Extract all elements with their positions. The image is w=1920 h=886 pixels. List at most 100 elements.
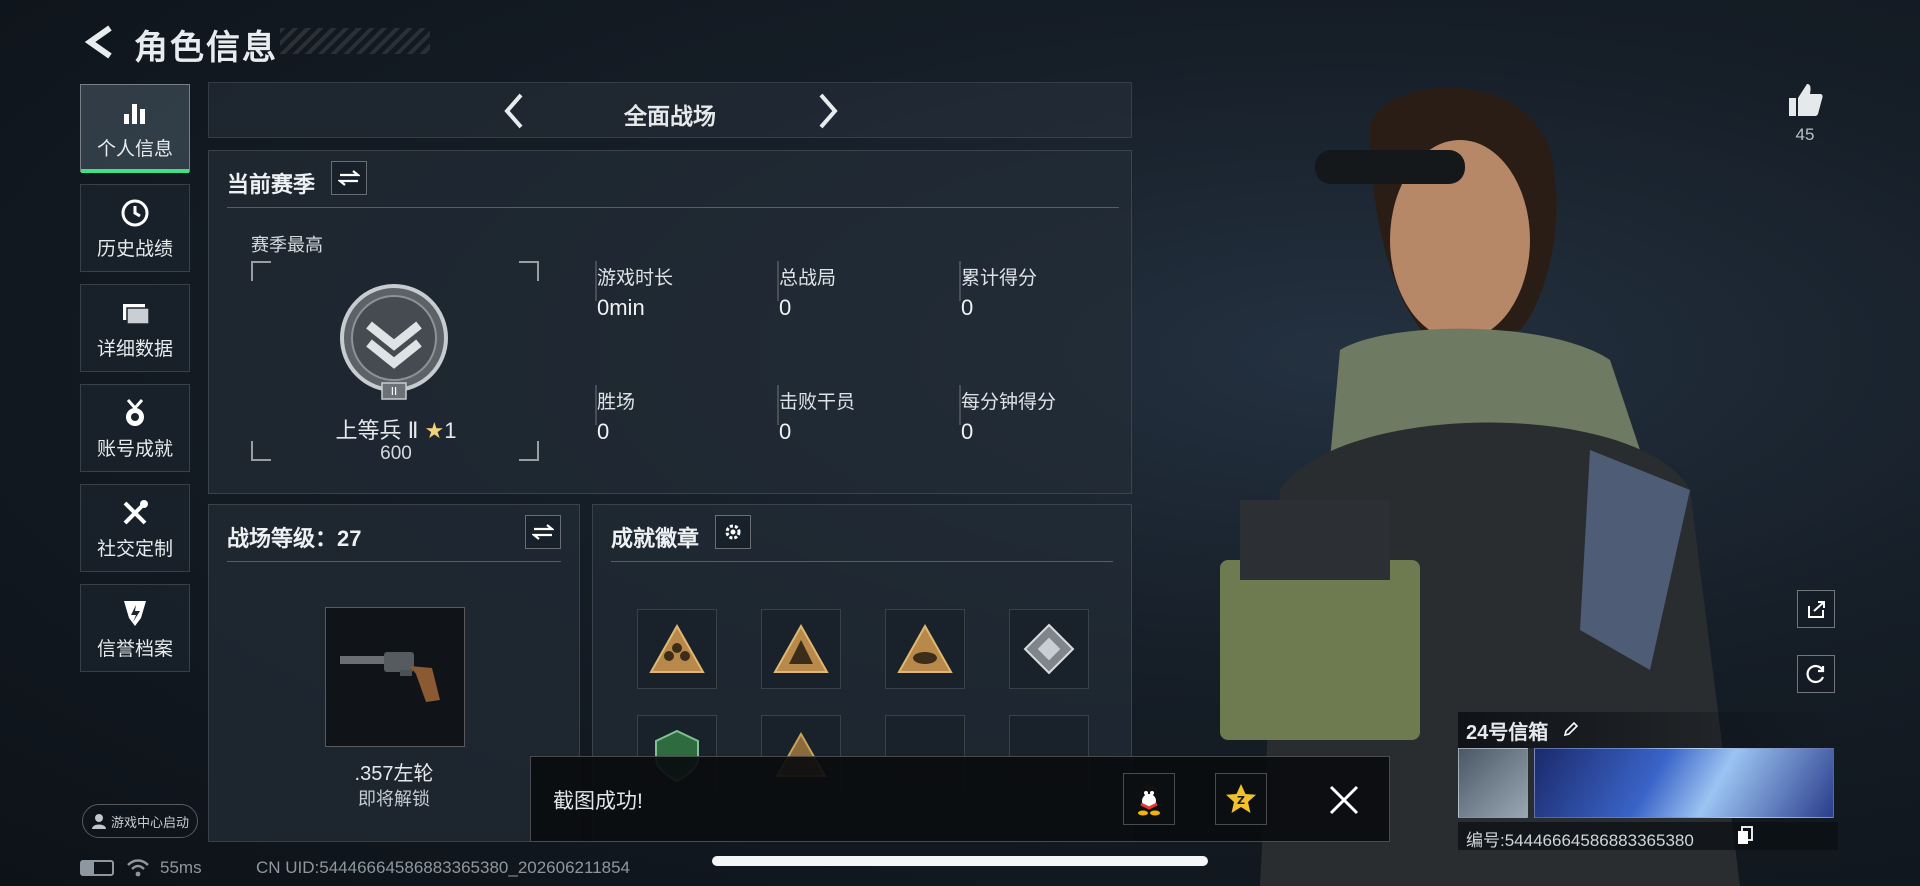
- switch-level-button[interactable]: [525, 515, 561, 549]
- stat-label: 累计得分: [961, 268, 1038, 289]
- sidebar-item-label: 信誉档案: [96, 638, 173, 660]
- sidebar-item-details[interactable]: 详细数据: [80, 284, 190, 372]
- triangle-badge-icon: [649, 623, 705, 673]
- share-qq-button[interactable]: [1123, 773, 1175, 825]
- stat-value: 0min: [597, 295, 645, 320]
- name-card-banner: [1534, 748, 1834, 818]
- divider: [227, 207, 1119, 208]
- rank-name: 上等兵 Ⅱ: [335, 418, 419, 443]
- divider: [227, 561, 561, 562]
- stat-value: 0: [597, 419, 610, 444]
- page-title: 角色信息: [134, 29, 278, 67]
- sidebar-item-personal-info[interactable]: 个人信息: [80, 84, 190, 173]
- sidebar-item-label: 账号成就: [96, 438, 173, 460]
- toast-message: 截图成功!: [553, 790, 643, 813]
- home-indicator[interactable]: [712, 856, 1208, 866]
- medal-icon: [126, 398, 144, 426]
- diamond-badge-icon: [1023, 623, 1075, 675]
- qzone-star-icon: Z: [1226, 784, 1256, 813]
- history-icon: [121, 199, 149, 226]
- name-card-title: 24号信箱: [1466, 722, 1549, 744]
- season-panel: 当前赛季 赛季最高 II 上等兵 Ⅱ ★1 600 游戏时长 0min 总战局 …: [208, 150, 1132, 494]
- switch-season-button[interactable]: [331, 161, 367, 195]
- edit-icon[interactable]: [1562, 720, 1580, 738]
- season-best-label: 赛季最高: [251, 235, 323, 255]
- header: 角色信息: [70, 12, 470, 72]
- rank-stars: 1: [444, 418, 457, 443]
- share-qzone-button[interactable]: Z: [1215, 773, 1267, 825]
- sidebar-item-label: 历史战绩: [96, 238, 173, 260]
- share-button[interactable]: [1797, 590, 1835, 628]
- chevron-right-icon[interactable]: [807, 91, 847, 131]
- stat-value: 0: [779, 419, 792, 444]
- sidebar-item-reputation[interactable]: 信誉档案: [80, 584, 190, 672]
- sidebar-item-achievements[interactable]: 账号成就: [80, 384, 190, 472]
- current-mode: 全面战场: [624, 103, 716, 129]
- svg-text:Z: Z: [1237, 794, 1245, 807]
- rank-points: 600: [380, 443, 412, 464]
- achievement-badge[interactable]: [637, 609, 717, 689]
- frame-corner: [251, 261, 271, 281]
- stat-label: 击败干员: [779, 392, 856, 413]
- achievement-badge[interactable]: [761, 609, 841, 689]
- divider: [611, 561, 1113, 562]
- swap-icon: [532, 524, 554, 540]
- wifi-icon: [127, 859, 149, 877]
- stat-label: 游戏时长: [597, 268, 674, 289]
- swap-icon: [338, 170, 360, 186]
- refresh-icon: [1806, 664, 1825, 684]
- sidebar-item-social-custom[interactable]: 社交定制: [80, 484, 190, 572]
- sidebar-item-history[interactable]: 历史战绩: [80, 184, 190, 272]
- mode-tab-bar: 全面战场: [208, 82, 1132, 138]
- like-count: 45: [1795, 125, 1815, 144]
- rotate-button[interactable]: [1797, 655, 1835, 693]
- stat-value: 0: [961, 295, 974, 320]
- thumbs-up-icon: [1789, 84, 1823, 116]
- launcher-label: 游戏中心启动: [110, 814, 189, 830]
- frame-corner: [519, 261, 539, 281]
- weapon-name: .357左轮: [354, 763, 434, 785]
- stat-value: 0: [779, 295, 792, 320]
- achievement-badge[interactable]: [885, 609, 965, 689]
- sidebar-item-label: 详细数据: [96, 338, 173, 360]
- qq-penguin-icon: [1138, 785, 1160, 816]
- rank-numeral: II: [391, 385, 398, 398]
- person-icon: [91, 814, 106, 829]
- achievements-title: 成就徽章: [611, 526, 700, 551]
- battery-icon: [80, 860, 114, 876]
- ping-indicator: 55ms: [160, 858, 202, 877]
- battle-level-panel: 战场等级：27 .357左轮 即将解锁: [208, 504, 580, 842]
- header-decoration: [280, 28, 430, 54]
- weapon-status: 即将解锁: [358, 789, 430, 809]
- shield-icon: [124, 600, 146, 626]
- name-card[interactable]: 24号信箱 编号:5444666458688336538​0: [1458, 712, 1838, 854]
- avatar[interactable]: [1458, 748, 1528, 818]
- like-button[interactable]: 45: [1782, 80, 1828, 145]
- stat-value: 0: [961, 419, 974, 444]
- stat-label: 总战局: [779, 268, 837, 289]
- revolver-icon: [340, 652, 440, 702]
- share-icon: [1808, 601, 1825, 618]
- achievement-badge[interactable]: [1009, 609, 1089, 689]
- close-icon[interactable]: [1327, 783, 1361, 817]
- back-arrow-icon[interactable]: [80, 22, 120, 62]
- uid-text: CN UID:5444666458688336538​0_20260621185…: [256, 858, 631, 877]
- rank-name-row: 上等兵 Ⅱ ★1: [321, 413, 471, 445]
- sidebar-item-label: 个人信息: [96, 138, 173, 160]
- game-center-launcher[interactable]: 游戏中心启动: [82, 804, 198, 838]
- folder-icon: [123, 303, 150, 325]
- weapon-thumbnail[interactable]: [325, 607, 465, 747]
- battery-level: [82, 862, 94, 874]
- achievement-settings-button[interactable]: [715, 515, 751, 549]
- sidebar-item-label: 社交定制: [96, 538, 173, 560]
- frame-corner: [519, 441, 539, 461]
- star-icon: ★: [424, 418, 445, 443]
- triangle-badge-icon: [773, 623, 829, 673]
- rank-emblem-icon: II: [340, 284, 448, 400]
- frame-corner: [251, 441, 271, 461]
- gear-icon: [725, 524, 741, 540]
- copy-icon[interactable]: [1736, 826, 1754, 846]
- screenshot-toast: 截图成功! Z: [530, 756, 1390, 842]
- stat-label: 胜场: [597, 392, 636, 413]
- player-id: 编号:5444666458688336538​0: [1466, 831, 1694, 850]
